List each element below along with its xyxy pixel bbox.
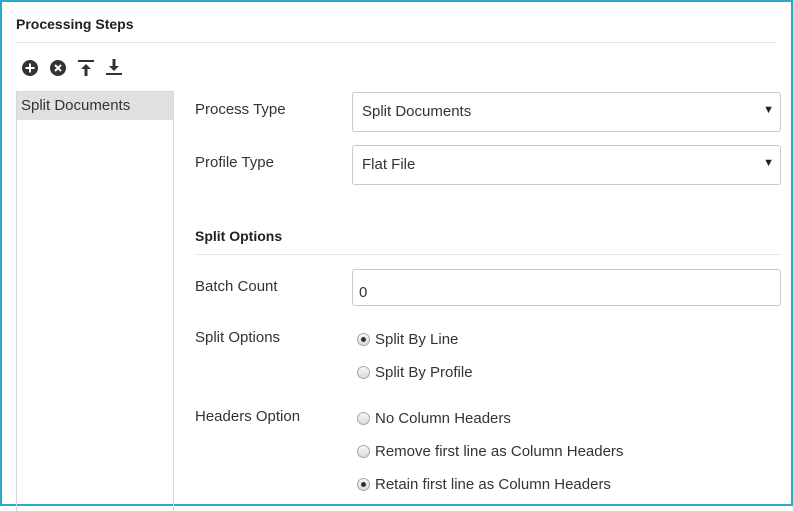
batch-count-label: Batch Count [195,278,278,295]
batch-count-input[interactable] [352,269,781,306]
section-title: Processing Steps [16,16,134,32]
remove-step-button[interactable] [48,58,68,78]
radio-label: Split By Profile [375,364,473,381]
radio-split-by-line[interactable]: Split By Line [357,331,458,348]
move-bottom-icon [106,59,122,75]
radio-remove-first-line[interactable]: Remove first line as Column Headers [357,443,623,460]
add-step-button[interactable] [20,58,40,78]
split-options-divider [195,254,781,255]
process-type-value: Split Documents [362,103,472,120]
remove-circle-icon [50,60,66,76]
radio-label: Remove first line as Column Headers [375,443,624,460]
radio-retain-first-line[interactable]: Retain first line as Column Headers [357,476,611,493]
radio-split-by-profile[interactable]: Split By Profile [357,364,473,381]
split-options-label: Split Options [195,329,281,346]
split-options-heading: Split Options [195,228,283,244]
profile-type-select[interactable]: Flat File ▼ [352,145,781,185]
radio-label: Split By Line [375,331,459,348]
radio-selected-icon [357,333,370,346]
steps-list: Split Documents [16,91,174,511]
move-bottom-button[interactable] [104,58,124,78]
radio-selected-icon [357,478,370,491]
step-item-split-documents[interactable]: Split Documents [17,92,173,120]
radio-unselected-icon [357,366,370,379]
title-divider [16,42,776,43]
dropdown-arrow-icon: ▼ [763,157,774,169]
profile-type-value: Flat File [362,156,416,173]
radio-no-column-headers[interactable]: No Column Headers [357,410,511,427]
process-type-label: Process Type [195,101,286,118]
move-top-button[interactable] [76,58,96,78]
add-circle-icon [22,60,38,76]
radio-unselected-icon [357,445,370,458]
dropdown-arrow-icon: ▼ [763,104,774,116]
steps-toolbar [20,58,124,78]
radio-unselected-icon [357,412,370,425]
processing-steps-frame: Processing Steps Split Documents Process… [0,0,793,511]
process-type-select[interactable]: Split Documents ▼ [352,92,781,132]
headers-option-label: Headers Option [195,408,301,425]
radio-label: No Column Headers [375,410,511,427]
move-top-icon [78,60,94,76]
radio-label: Retain first line as Column Headers [375,476,611,493]
profile-type-label: Profile Type [195,154,274,171]
